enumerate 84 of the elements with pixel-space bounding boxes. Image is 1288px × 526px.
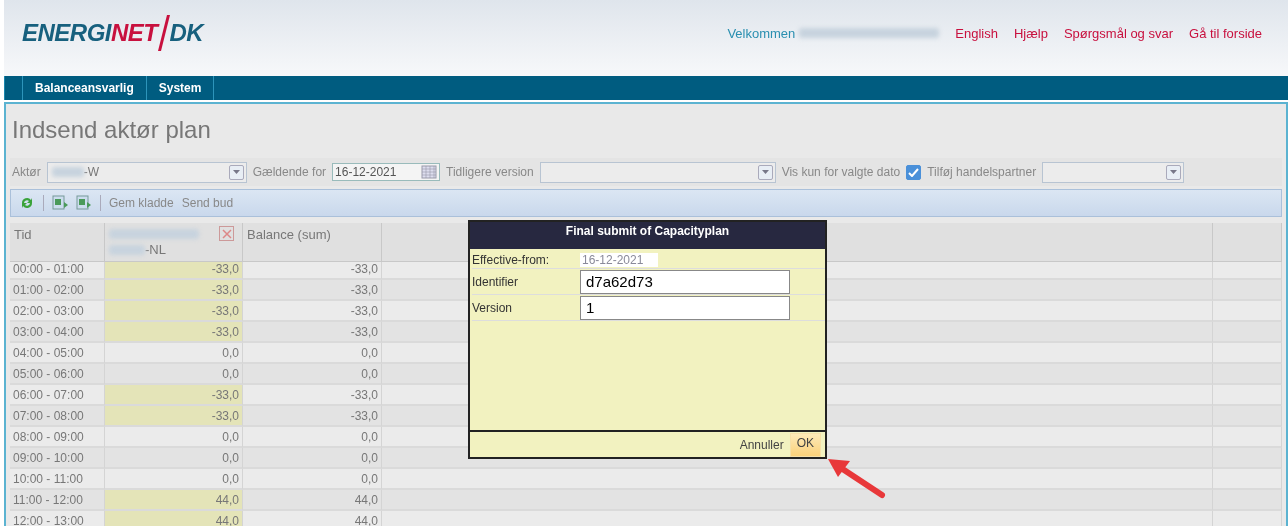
redacted-name (51, 167, 84, 177)
balance-cell: 0,0 (243, 427, 382, 448)
caret-icon (1170, 170, 1178, 174)
value-cell[interactable]: 0,0 (105, 364, 243, 385)
header-link[interactable]: English (955, 25, 998, 41)
calendar-icon (421, 164, 438, 180)
column-title: -NL (145, 242, 166, 257)
time-cell: 04:00 - 05:00 (10, 343, 105, 364)
value-cell[interactable]: -33,0 (105, 322, 243, 343)
balance-cell: 0,0 (243, 364, 382, 385)
logo-text: DK (169, 19, 204, 47)
time-cell: 09:00 - 10:00 (10, 448, 105, 469)
export-icon (76, 195, 92, 211)
import-icon (52, 195, 68, 211)
time-cell: 10:00 - 11:00 (10, 469, 105, 490)
time-cell: 12:00 - 13:00 (10, 511, 105, 526)
value-cell[interactable]: 44,0 (105, 511, 243, 526)
valid-for-label: Gældende for (252, 165, 327, 179)
refresh-icon (19, 195, 35, 211)
balance-cell: 44,0 (243, 490, 382, 511)
time-cell: 07:00 - 08:00 (10, 406, 105, 427)
save-draft-button[interactable]: Gem kladde (109, 196, 174, 210)
input-field[interactable]: d7a62d73 (580, 269, 790, 294)
value-cell[interactable]: -33,0 (105, 385, 243, 406)
header-link[interactable]: Gå til forside (1189, 25, 1262, 41)
close-icon[interactable] (219, 226, 234, 241)
balance-cell: -33,0 (243, 301, 382, 322)
value-cell[interactable]: 0,0 (105, 343, 243, 364)
send-bid-button[interactable]: Send bud (181, 196, 234, 210)
value-cell[interactable]: -33,0 (105, 301, 243, 322)
balance-cell: -33,0 (243, 385, 382, 406)
column-header: Tid (10, 223, 105, 262)
value-cell[interactable]: 44,0 (105, 490, 243, 511)
ok-button[interactable]: OK (789, 432, 821, 457)
actor-label: Aktør (12, 165, 41, 179)
time-cell: 03:00 - 04:00 (10, 322, 105, 343)
effective-from-value: 16-12-2021 (580, 252, 658, 267)
logo[interactable]: ENERGINET DK (22, 15, 204, 51)
field-label: Effective-from: (472, 252, 551, 267)
time-cell: 01:00 - 02:00 (10, 280, 105, 301)
header-link[interactable]: Hjælp (1013, 25, 1048, 41)
input-field[interactable]: 1 (580, 295, 790, 320)
value-cell[interactable]: 0,0 (105, 427, 243, 448)
balance-cell: -33,0 (243, 406, 382, 427)
add-partner-label: Tilføj handelspartner (927, 165, 1037, 179)
dialog-title: Final submit of Capacityplan (470, 222, 825, 249)
value-cell[interactable]: -33,0 (105, 280, 243, 301)
value-cell[interactable]: -33,0 (105, 406, 243, 427)
time-cell: 06:00 - 07:00 (10, 385, 105, 406)
balance-cell: -33,0 (243, 322, 382, 343)
actor-value: -W (83, 165, 99, 179)
balance-cell: -33,0 (243, 280, 382, 301)
actor-select[interactable]: -W (46, 161, 247, 183)
caret-icon (232, 170, 240, 174)
checkbox[interactable] (906, 164, 922, 180)
header-link[interactable]: Spørgsmål og svar (1063, 25, 1173, 41)
caret-icon (761, 170, 769, 174)
partner-select[interactable] (1042, 161, 1185, 183)
nav-item[interactable]: Balanceansvarlig (22, 76, 146, 100)
dropdown-button[interactable] (1166, 164, 1182, 180)
value-cell[interactable]: 0,0 (105, 448, 243, 469)
dropdown-button[interactable] (228, 164, 244, 180)
balance-cell: 0,0 (243, 343, 382, 364)
time-cell: 05:00 - 06:00 (10, 364, 105, 385)
logo-text: ENERGINET (22, 19, 158, 47)
column-header: Balance (sum) (243, 223, 382, 262)
field-label: Version (472, 300, 514, 315)
show-only-label: Vis kun for valgte dato (781, 165, 901, 179)
date-value: 16-12-2021 (335, 165, 397, 179)
date-field[interactable]: 16-12-2021 (332, 163, 441, 181)
welcome-text: Velkommen (727, 25, 796, 41)
time-cell: 02:00 - 03:00 (10, 301, 105, 322)
field-label: Identifier (472, 274, 520, 289)
previous-version-label: Tidligere version (446, 165, 534, 179)
redacted-name (109, 244, 145, 255)
value-cell[interactable]: 0,0 (105, 469, 243, 490)
page-title: Indsend aktør plan (11, 115, 212, 145)
cancel-button[interactable]: Annuller (737, 437, 786, 452)
balance-cell: 0,0 (243, 448, 382, 469)
dropdown-button[interactable] (757, 164, 773, 180)
time-cell: 11:00 - 12:00 (10, 490, 105, 511)
balance-cell: 0,0 (243, 469, 382, 490)
nav-item[interactable]: System (145, 76, 215, 100)
time-cell: 08:00 - 09:00 (10, 427, 105, 448)
